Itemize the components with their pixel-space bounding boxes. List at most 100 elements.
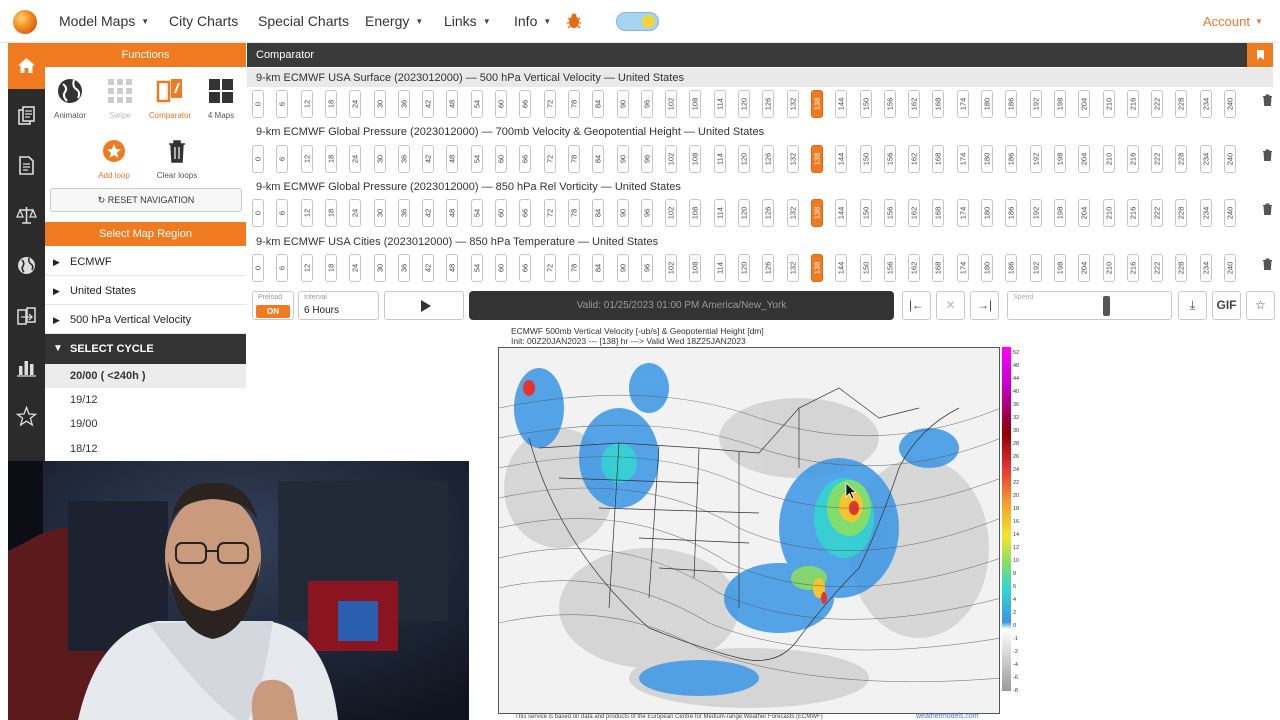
balance-scale-icon[interactable] xyxy=(16,205,37,226)
nav-energy[interactable]: Energy ▼ xyxy=(365,13,423,29)
forecast-hour-button[interactable]: 144 xyxy=(835,90,848,118)
cycle-item[interactable]: 20/00 ( <240h ) xyxy=(45,364,246,388)
forecast-hour-button[interactable]: 42 xyxy=(422,199,435,227)
forecast-hour-button[interactable]: 90 xyxy=(616,199,629,227)
interval-select[interactable]: Interval 6 Hours xyxy=(298,291,379,320)
forecast-hour-button[interactable]: 180 xyxy=(981,90,993,118)
forecast-hour-button[interactable]: 54 xyxy=(470,254,483,282)
forecast-hour-button[interactable]: 180 xyxy=(981,199,993,227)
forecast-hour-button[interactable]: 156 xyxy=(883,254,896,282)
forecast-hour-button[interactable]: 138 xyxy=(810,90,823,118)
gif-button[interactable]: GIF xyxy=(1212,291,1241,320)
forecast-hour-button[interactable]: 66 xyxy=(519,254,532,282)
forecast-hour-button[interactable]: 144 xyxy=(835,199,848,227)
forecast-hour-button[interactable]: 150 xyxy=(859,199,872,227)
forecast-hour-button[interactable]: 162 xyxy=(908,90,921,118)
forecast-hour-button[interactable]: 0 xyxy=(252,199,264,227)
forecast-hour-button[interactable]: 174 xyxy=(956,90,969,118)
forecast-hour-button[interactable]: 18 xyxy=(324,145,337,173)
nav-info[interactable]: Info ▼ xyxy=(514,13,551,29)
theme-toggle[interactable] xyxy=(616,12,659,31)
forecast-hour-button[interactable]: 186 xyxy=(1005,145,1018,173)
forecast-hour-button[interactable]: 192 xyxy=(1029,145,1042,173)
forecast-hour-button[interactable]: 234 xyxy=(1199,90,1212,118)
forecast-hour-button[interactable]: 6 xyxy=(276,199,289,227)
forecast-hour-button[interactable]: 72 xyxy=(543,90,556,118)
clear-loops-button[interactable]: Clear loops xyxy=(152,137,202,180)
region-row-model[interactable]: ▶ ECMWF xyxy=(45,248,246,276)
forecast-hour-button[interactable]: 60 xyxy=(495,199,507,227)
close-button[interactable]: ✕ xyxy=(936,291,965,320)
forecast-hour-button[interactable]: 96 xyxy=(640,90,653,118)
animator-tool[interactable]: Animator xyxy=(45,77,95,120)
forecast-hour-button[interactable]: 66 xyxy=(519,90,532,118)
forecast-hour-button[interactable]: 102 xyxy=(665,199,678,227)
forecast-hour-button[interactable]: 204 xyxy=(1078,254,1091,282)
forecast-hour-button[interactable]: 222 xyxy=(1151,199,1164,227)
forecast-hour-button[interactable]: 102 xyxy=(665,145,678,173)
forecast-hour-button[interactable]: 234 xyxy=(1199,199,1212,227)
trash-icon[interactable] xyxy=(1262,149,1273,161)
site-link[interactable]: weathermodels.com xyxy=(916,713,979,720)
nav-model-maps[interactable]: Model Maps ▼ xyxy=(59,13,149,29)
slider-handle[interactable] xyxy=(1102,296,1110,316)
forecast-hour-button[interactable]: 216 xyxy=(1126,199,1139,227)
forecast-hour-button[interactable]: 36 xyxy=(397,254,410,282)
forecast-hour-button[interactable]: 24 xyxy=(349,199,362,227)
forecast-hour-button[interactable]: 54 xyxy=(470,145,483,173)
account-menu[interactable]: Account ▼ xyxy=(1203,14,1263,29)
add-loop-button[interactable]: Add loop xyxy=(89,137,139,180)
forecast-hour-button[interactable]: 12 xyxy=(300,199,313,227)
forecast-hour-button[interactable]: 210 xyxy=(1102,199,1115,227)
forecast-hour-button[interactable]: 216 xyxy=(1126,254,1139,282)
forecast-hour-button[interactable]: 186 xyxy=(1005,199,1018,227)
forecast-hour-button[interactable]: 144 xyxy=(835,145,848,173)
forecast-hour-button[interactable]: 120 xyxy=(738,254,750,282)
cycle-item[interactable]: 19/00 xyxy=(45,412,246,436)
forecast-hour-button[interactable]: 132 xyxy=(786,90,799,118)
forecast-hour-button[interactable]: 60 xyxy=(495,254,507,282)
forecast-hour-button[interactable]: 216 xyxy=(1126,90,1139,118)
forecast-hour-button[interactable]: 168 xyxy=(932,199,945,227)
trash-icon[interactable] xyxy=(1262,94,1273,106)
forecast-hour-button[interactable]: 96 xyxy=(640,199,653,227)
comparator-tool[interactable]: Comparator xyxy=(145,77,195,120)
forecast-hour-button[interactable]: 30 xyxy=(373,90,386,118)
cycle-item[interactable]: 19/12 xyxy=(45,388,246,412)
forecast-hour-button[interactable]: 168 xyxy=(932,254,945,282)
forecast-hour-button[interactable]: 66 xyxy=(519,145,532,173)
forecast-hour-button[interactable]: 18 xyxy=(324,199,337,227)
trash-icon[interactable] xyxy=(1262,203,1273,215)
forecast-hour-button[interactable]: 126 xyxy=(762,199,775,227)
forecast-hour-button[interactable]: 84 xyxy=(592,90,605,118)
select-cycle-header[interactable]: ▼ SELECT CYCLE xyxy=(45,334,246,364)
forecast-hour-button[interactable]: 24 xyxy=(349,145,362,173)
play-button[interactable] xyxy=(384,291,464,320)
forecast-hour-button[interactable]: 102 xyxy=(665,90,678,118)
forecast-hour-button[interactable]: 54 xyxy=(470,90,483,118)
forecast-hour-button[interactable]: 114 xyxy=(713,199,726,227)
forecast-hour-button[interactable]: 210 xyxy=(1102,90,1115,118)
forecast-hour-button[interactable]: 132 xyxy=(786,199,799,227)
forecast-hour-button[interactable]: 6 xyxy=(276,254,289,282)
forecast-hour-button[interactable]: 174 xyxy=(956,199,969,227)
forecast-hour-button[interactable]: 198 xyxy=(1053,145,1066,173)
nav-city-charts[interactable]: City Charts xyxy=(169,13,238,29)
forecast-hour-button[interactable]: 186 xyxy=(1005,254,1018,282)
region-row-area[interactable]: ▶ United States xyxy=(45,277,246,305)
forecast-hour-button[interactable]: 72 xyxy=(543,145,556,173)
forecast-hour-button[interactable]: 156 xyxy=(883,90,896,118)
forecast-hour-button[interactable]: 78 xyxy=(567,145,580,173)
forecast-hour-button[interactable]: 42 xyxy=(422,145,435,173)
forecast-hour-button[interactable]: 48 xyxy=(446,90,459,118)
forecast-hour-button[interactable]: 114 xyxy=(713,90,726,118)
forecast-hour-button[interactable]: 240 xyxy=(1224,90,1236,118)
forecast-hour-button[interactable]: 84 xyxy=(592,145,605,173)
forecast-hour-button[interactable]: 168 xyxy=(932,145,945,173)
forecast-hour-button[interactable]: 162 xyxy=(908,145,921,173)
forecast-hour-button[interactable]: 120 xyxy=(738,90,750,118)
forecast-hour-button[interactable]: 150 xyxy=(859,145,872,173)
forecast-hour-button[interactable]: 30 xyxy=(373,254,386,282)
forecast-hour-button[interactable]: 114 xyxy=(713,145,726,173)
forecast-hour-button[interactable]: 240 xyxy=(1224,254,1236,282)
